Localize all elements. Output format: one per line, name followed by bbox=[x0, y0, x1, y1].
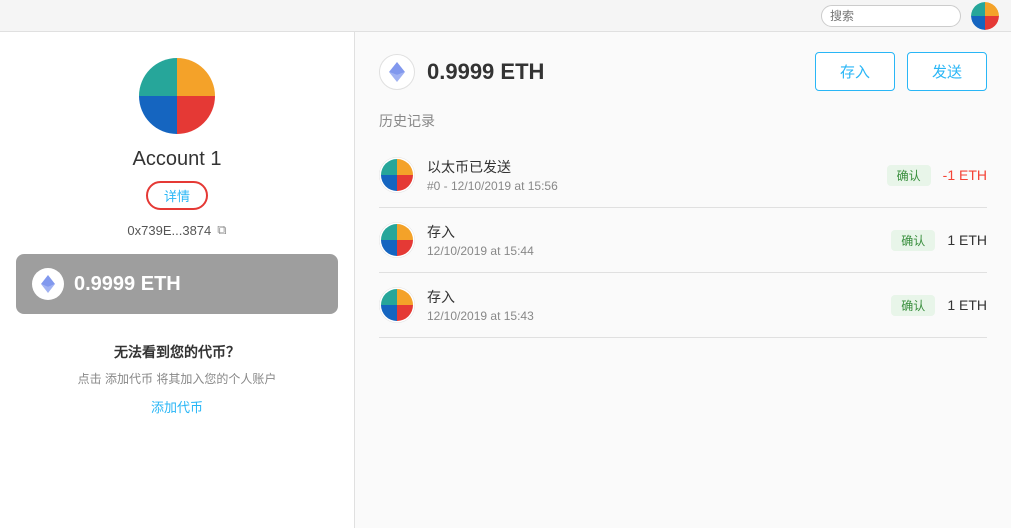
tx-badge-0: 确认 bbox=[887, 165, 931, 186]
right-balance-text: 0.9999 ETH bbox=[427, 59, 544, 85]
tx-amount-2: 1 ETH bbox=[947, 297, 987, 313]
transaction-list: 以太币已发送 #0 - 12/10/2019 at 15:56 确认 -1 ET… bbox=[379, 143, 987, 338]
avatar[interactable] bbox=[971, 2, 999, 30]
send-button[interactable]: 发送 bbox=[907, 52, 987, 91]
tx-amount-1: 1 ETH bbox=[947, 232, 987, 248]
tx-badge-1: 确认 bbox=[891, 230, 935, 251]
account-avatar bbox=[137, 56, 217, 136]
tx-title-0: 以太币已发送 bbox=[427, 157, 867, 177]
tx-subtitle-2: 12/10/2019 at 15:43 bbox=[427, 309, 871, 323]
tx-title-2: 存入 bbox=[427, 287, 871, 307]
right-panel: 0.9999 ETH 存入 发送 历史记录 bbox=[355, 32, 1011, 528]
table-row[interactable]: 以太币已发送 #0 - 12/10/2019 at 15:56 确认 -1 ET… bbox=[379, 143, 987, 208]
no-tokens-title: 无法看到您的代币？ bbox=[78, 342, 277, 362]
sidebar-eth-balance: 0.9999 ETH bbox=[74, 273, 181, 296]
tx-info-2: 存入 12/10/2019 at 15:43 bbox=[427, 287, 871, 323]
deposit-button[interactable]: 存入 bbox=[815, 52, 895, 91]
account-name: Account 1 bbox=[133, 148, 222, 171]
tx-icon-1 bbox=[379, 222, 415, 258]
action-buttons: 存入 发送 bbox=[815, 52, 987, 91]
history-label: 历史记录 bbox=[379, 111, 987, 131]
main-layout: Account 1 详情 0x739E...3874 ⧉ 0.9999 ETH … bbox=[0, 32, 1011, 528]
tx-amount-0: -1 ETH bbox=[943, 167, 987, 183]
no-tokens-section: 无法看到您的代币？ 点击 添加代币 将其加入您的个人账户 添加代币 bbox=[78, 342, 277, 417]
tx-info-0: 以太币已发送 #0 - 12/10/2019 at 15:56 bbox=[427, 157, 867, 193]
right-eth-circle bbox=[379, 54, 415, 90]
tx-badge-2: 确认 bbox=[891, 295, 935, 316]
tx-info-1: 存入 12/10/2019 at 15:44 bbox=[427, 222, 871, 258]
tx-icon-2 bbox=[379, 287, 415, 323]
details-button[interactable]: 详情 bbox=[146, 181, 208, 210]
tx-title-1: 存入 bbox=[427, 222, 871, 242]
add-token-link[interactable]: 添加代币 bbox=[151, 400, 203, 415]
copy-icon[interactable]: ⧉ bbox=[217, 222, 226, 238]
right-header: 0.9999 ETH 存入 发送 bbox=[379, 52, 987, 91]
table-row[interactable]: 存入 12/10/2019 at 15:44 确认 1 ETH bbox=[379, 208, 987, 273]
search-input[interactable] bbox=[821, 5, 961, 27]
account-address: 0x739E...3874 bbox=[127, 223, 211, 238]
top-bar bbox=[0, 0, 1011, 32]
address-row: 0x739E...3874 ⧉ bbox=[127, 222, 226, 238]
right-balance-row: 0.9999 ETH bbox=[379, 54, 544, 90]
sidebar: Account 1 详情 0x739E...3874 ⧉ 0.9999 ETH … bbox=[0, 32, 355, 528]
tx-icon-0 bbox=[379, 157, 415, 193]
no-tokens-desc: 点击 添加代币 将其加入您的个人账户 bbox=[78, 370, 277, 389]
eth-balance-panel: 0.9999 ETH bbox=[16, 254, 338, 314]
tx-subtitle-1: 12/10/2019 at 15:44 bbox=[427, 244, 871, 258]
table-row[interactable]: 存入 12/10/2019 at 15:43 确认 1 ETH bbox=[379, 273, 987, 338]
eth-logo-circle bbox=[32, 268, 64, 300]
tx-subtitle-0: #0 - 12/10/2019 at 15:56 bbox=[427, 179, 867, 193]
